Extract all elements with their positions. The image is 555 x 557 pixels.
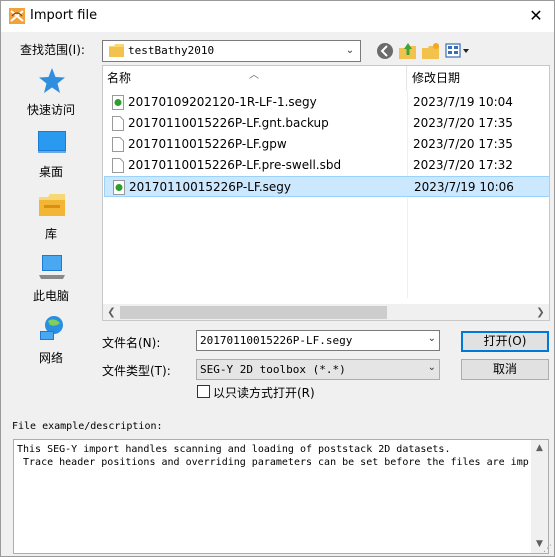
description-text: This SEG-Y import handles scanning and l… [17,443,532,469]
file-date: 2023/7/20 17:35 [413,116,513,130]
new-folder-icon[interactable] [421,41,441,61]
lookin-label: 查找范围(I): [20,43,85,57]
file-row[interactable]: 20170110015226P-LF.gnt.backup 2023/7/20 … [104,113,549,134]
file-name: 20170110015226P-LF.segy [129,180,292,194]
view-menu-icon[interactable] [445,41,471,61]
filetype-select[interactable]: SEG-Y 2D toolbox (*.*) ⌄ [196,359,440,380]
sort-up-icon: ︿ [249,70,259,81]
file-row-selected[interactable]: 20170110015226P-LF.segy 2023/7/19 10:06 [104,176,549,197]
file-row[interactable]: 20170109202120-1R-LF-1.segy 2023/7/19 10… [104,92,549,113]
filetype-value: SEG-Y 2D toolbox (*.*) [200,363,346,376]
file-row[interactable]: 20170110015226P-LF.gpw 2023/7/20 17:35 [104,134,549,155]
filetype-label: 文件类型(T): [102,364,171,378]
cancel-button[interactable]: 取消 [461,359,549,380]
scroll-right-icon[interactable]: ❯ [532,304,549,320]
scrollbar-thumb[interactable] [120,306,387,319]
file-date: 2023/7/19 10:06 [414,180,514,194]
description-line: This SEG-Y import handles scanning and l… [17,444,451,455]
place-desktop[interactable]: 桌面 [9,127,93,187]
place-label: 桌面 [38,165,63,179]
place-network[interactable]: 网络 [9,313,93,373]
chevron-down-icon[interactable]: ⌄ [343,43,357,59]
star-icon [39,68,65,93]
description-label: File example/description: [12,421,163,432]
place-label: 快速访问 [26,103,75,117]
up-folder-icon[interactable] [398,41,418,61]
folder-icon [109,44,124,57]
file-icon [112,137,124,152]
readonly-label[interactable]: 以只读方式打开(R) [213,384,315,401]
file-date: 2023/7/20 17:35 [413,137,513,151]
place-label: 网络 [38,351,63,365]
filename-label: 文件名(N): [102,336,161,350]
filename-input[interactable]: 20170110015226P-LF.segy ⌄ [196,330,440,351]
segy-file-icon [113,180,125,195]
computer-icon [39,255,65,279]
chevron-down-icon[interactable]: ⌄ [428,333,436,344]
description-box[interactable]: This SEG-Y import handles scanning and l… [13,439,549,554]
place-label: 此电脑 [32,289,69,303]
file-name: 20170110015226P-LF.gpw [128,137,287,151]
file-name: 20170110015226P-LF.gnt.backup [128,116,329,130]
place-library[interactable]: 库 [9,189,93,249]
file-list[interactable]: 名称 ︿ 修改日期 20170109202120-1R-LF-1.segy 20… [102,65,550,321]
scroll-up-icon[interactable]: ▲ [531,440,548,457]
column-header-label: 名称 [107,71,132,85]
file-icon [112,158,124,173]
column-header-date[interactable]: 修改日期 [408,66,549,91]
readonly-checkbox[interactable] [197,385,210,398]
horizontal-scrollbar[interactable]: ❮ ❯ [103,304,549,320]
open-button[interactable]: 打开(O) [461,331,549,352]
column-header-name[interactable]: 名称 ︿ [103,66,407,91]
file-name: 20170109202120-1R-LF-1.segy [128,95,317,109]
resize-grip-icon[interactable]: ⋰ [543,544,552,554]
app-icon [9,8,25,24]
file-date: 2023/7/20 17:32 [413,158,513,172]
file-name: 20170110015226P-LF.pre-swell.sbd [128,158,342,172]
vertical-scrollbar[interactable]: ▲ ▼ [531,440,548,553]
place-quick-access[interactable]: 快速访问 [9,65,93,125]
segy-file-icon [112,95,124,110]
close-icon: ✕ [529,6,543,25]
chevron-down-icon[interactable]: ⌄ [428,362,436,373]
network-icon [40,316,63,340]
back-icon[interactable] [375,41,395,61]
lookin-value: testBathy2010 [128,44,215,57]
description-line: Trace header positions and overriding pa… [17,457,529,468]
file-date: 2023/7/19 10:04 [413,95,513,109]
desktop-icon [38,131,66,153]
window-title: Import file [30,8,98,23]
library-icon [39,194,65,216]
close-button[interactable]: ✕ [524,5,548,27]
import-file-dialog: Import file ✕ 查找范围(I): testBathy2010 ⌄ 快… [0,0,555,557]
places-bar: 快速访问 桌面 库 此电脑 网络 [9,65,93,365]
lookin-combo[interactable]: testBathy2010 ⌄ [102,40,361,62]
column-header-label: 修改日期 [412,71,461,85]
file-row[interactable]: 20170110015226P-LF.pre-swell.sbd 2023/7/… [104,155,549,176]
scroll-left-icon[interactable]: ❮ [103,304,120,320]
dialog-body: 查找范围(I): testBathy2010 ⌄ 快速访问 桌面 库 此电脑 网… [1,32,554,556]
filename-value: 20170110015226P-LF.segy [200,334,353,347]
title-bar: Import file ✕ [1,1,554,32]
place-label: 库 [44,227,57,241]
file-icon [112,116,124,131]
place-this-pc[interactable]: 此电脑 [9,251,93,311]
